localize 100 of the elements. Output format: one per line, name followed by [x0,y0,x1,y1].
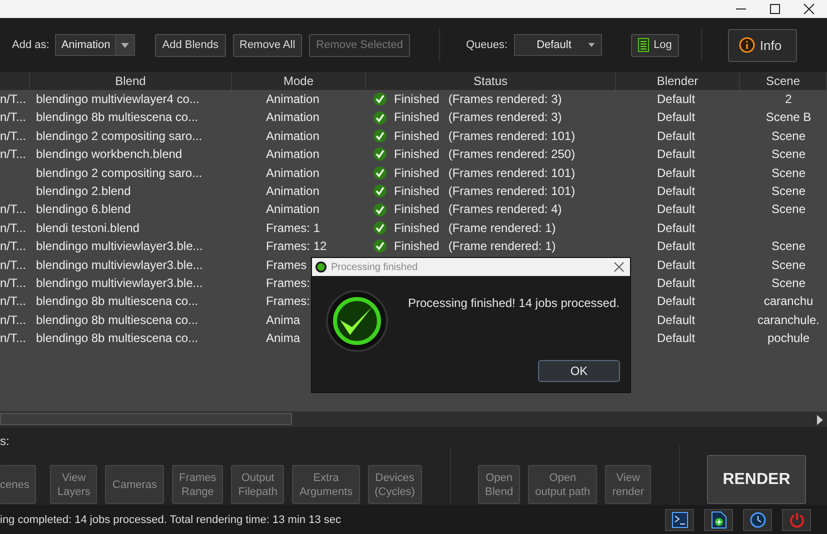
status-text: Finished [394,146,440,164]
table-cell: Default [657,147,696,162]
table-cell: Default [657,294,696,308]
add-file-button[interactable] [704,508,733,530]
table-cell: blendingo multiviewlayer3.ble... [36,276,203,290]
toolbar-button[interactable]: Add Blends [155,34,226,56]
status-detail: (Frames rendered: 250) [448,146,576,164]
option-button[interactable]: Cameras [105,465,164,504]
action-button[interactable]: Open output path [528,465,598,504]
table-cell: Default [657,202,696,216]
status-text: Finished [394,201,440,218]
table-cell: n/T... [0,239,26,254]
dialog-title: Processing finished [331,262,418,272]
close-icon[interactable] [803,3,815,15]
status-text: Finished [394,182,440,200]
power-button[interactable] [782,508,811,530]
table-cell: Default [657,239,696,254]
table-cell: blendingo multiviewlayer3.ble... [36,239,203,254]
option-button[interactable]: Frames Range [172,465,224,504]
dialog-message: Processing finished! 14 jobs processed. [408,296,620,310]
maximize-icon[interactable] [769,3,781,15]
table-cell: Frames: 1 [266,220,320,235]
queues-label: Queues: [466,39,508,51]
terminal-icon [672,512,688,528]
column-header[interactable]: Scene [740,72,827,90]
toolbar-button[interactable]: Remove All [232,34,302,56]
mode-dropdown[interactable]: Animation [55,34,136,56]
table-cell: Frames: [266,294,310,308]
table-cell: Anima [266,331,300,346]
table-cell: n/T... [0,147,26,162]
column-header[interactable]: Blend [30,72,232,90]
option-button[interactable]: cenes [0,465,36,504]
status-message: ing completed: 14 jobs processed. Total rendering time: 13 min 13 sec [0,514,341,526]
power-icon [788,512,804,528]
document-icon [638,38,649,52]
table-cell: blendingo 8b multiescena co... [36,331,198,346]
table-cell: Scene [771,202,806,216]
status-text: Finished [394,238,440,256]
table-cell: n/T... [0,331,26,346]
table-cell: Default [657,166,696,180]
action-button[interactable]: Open Blend [478,465,520,504]
action-button[interactable]: View render [605,465,651,504]
column-header[interactable]: Mode [232,72,366,90]
close-icon[interactable] [614,262,624,272]
table-cell: caranchule. [757,312,820,327]
status-detail: (Frame rendered: 1) [448,220,556,237]
table-cell: Frames: 12 [266,239,327,254]
table-cell: blendingo 2 compositing saro... [36,128,202,143]
column-header[interactable]: Blender [616,72,740,90]
ok-button[interactable]: OK [538,360,620,382]
options-label: s: [0,434,10,448]
status-text: Finished [394,220,440,237]
status-detail: (Frames rendered: 3) [448,109,562,126]
clock-button[interactable] [743,508,772,530]
table-cell: Scene [771,276,806,290]
status-text: Finished [394,128,440,145]
table-cell: blendingo 6.blend [36,202,131,216]
terminal-button[interactable] [665,508,694,530]
table-cell: Animation [266,184,320,198]
table-cell: blendingo 2 compositing saro... [36,166,202,180]
table-cell: 2 [785,92,792,106]
table-cell: n/T... [0,128,26,143]
table-cell: Default [657,276,696,290]
queues-dropdown[interactable]: Default [514,34,602,56]
table-cell: n/T... [0,276,26,290]
table-cell: Frames [266,258,307,272]
table-cell: Default [657,110,696,124]
table-cell: Scene [771,184,806,198]
table-cell: Default [657,331,696,346]
table-cell: Scene [771,128,806,143]
option-button[interactable]: Output Filepath [231,465,284,504]
option-button[interactable]: View Layers [50,465,98,504]
table-cell: n/T... [0,312,26,327]
render-button[interactable]: RENDER [706,455,806,504]
table-cell: caranchu [764,294,814,308]
check-icon [326,290,388,352]
table-cell: blendingo 2.blend [36,184,131,198]
status-detail: (Frame rendered: 1) [448,238,556,256]
info-button[interactable]: Info [728,28,797,62]
table-cell: pochule [767,331,810,346]
option-button[interactable]: Devices (Cycles) [368,465,422,504]
log-button[interactable]: Log [630,34,679,56]
table-cell: Scene B [766,110,812,124]
right-arrow-icon[interactable] [816,415,824,425]
table-cell: n/T... [0,110,26,124]
caret-icon [588,43,595,47]
status-text: Finished [394,164,440,182]
status-detail: (Frames rendered: 4) [448,201,562,218]
table-cell: Animation [266,128,320,143]
clock-icon [750,512,766,528]
status-detail: (Frames rendered: 101) [448,128,576,145]
status-text: Finished [394,109,440,126]
option-button[interactable]: Extra Arguments [292,465,360,504]
status-detail: (Frames rendered: 101) [448,164,576,182]
status-text: Finished [394,91,440,108]
info-icon [738,37,755,53]
column-header[interactable]: Status [366,72,616,90]
table-cell: blendingo 8b multiescena co... [36,110,198,124]
table-cell: Animation [266,202,320,216]
table-cell: Scene [771,166,806,180]
